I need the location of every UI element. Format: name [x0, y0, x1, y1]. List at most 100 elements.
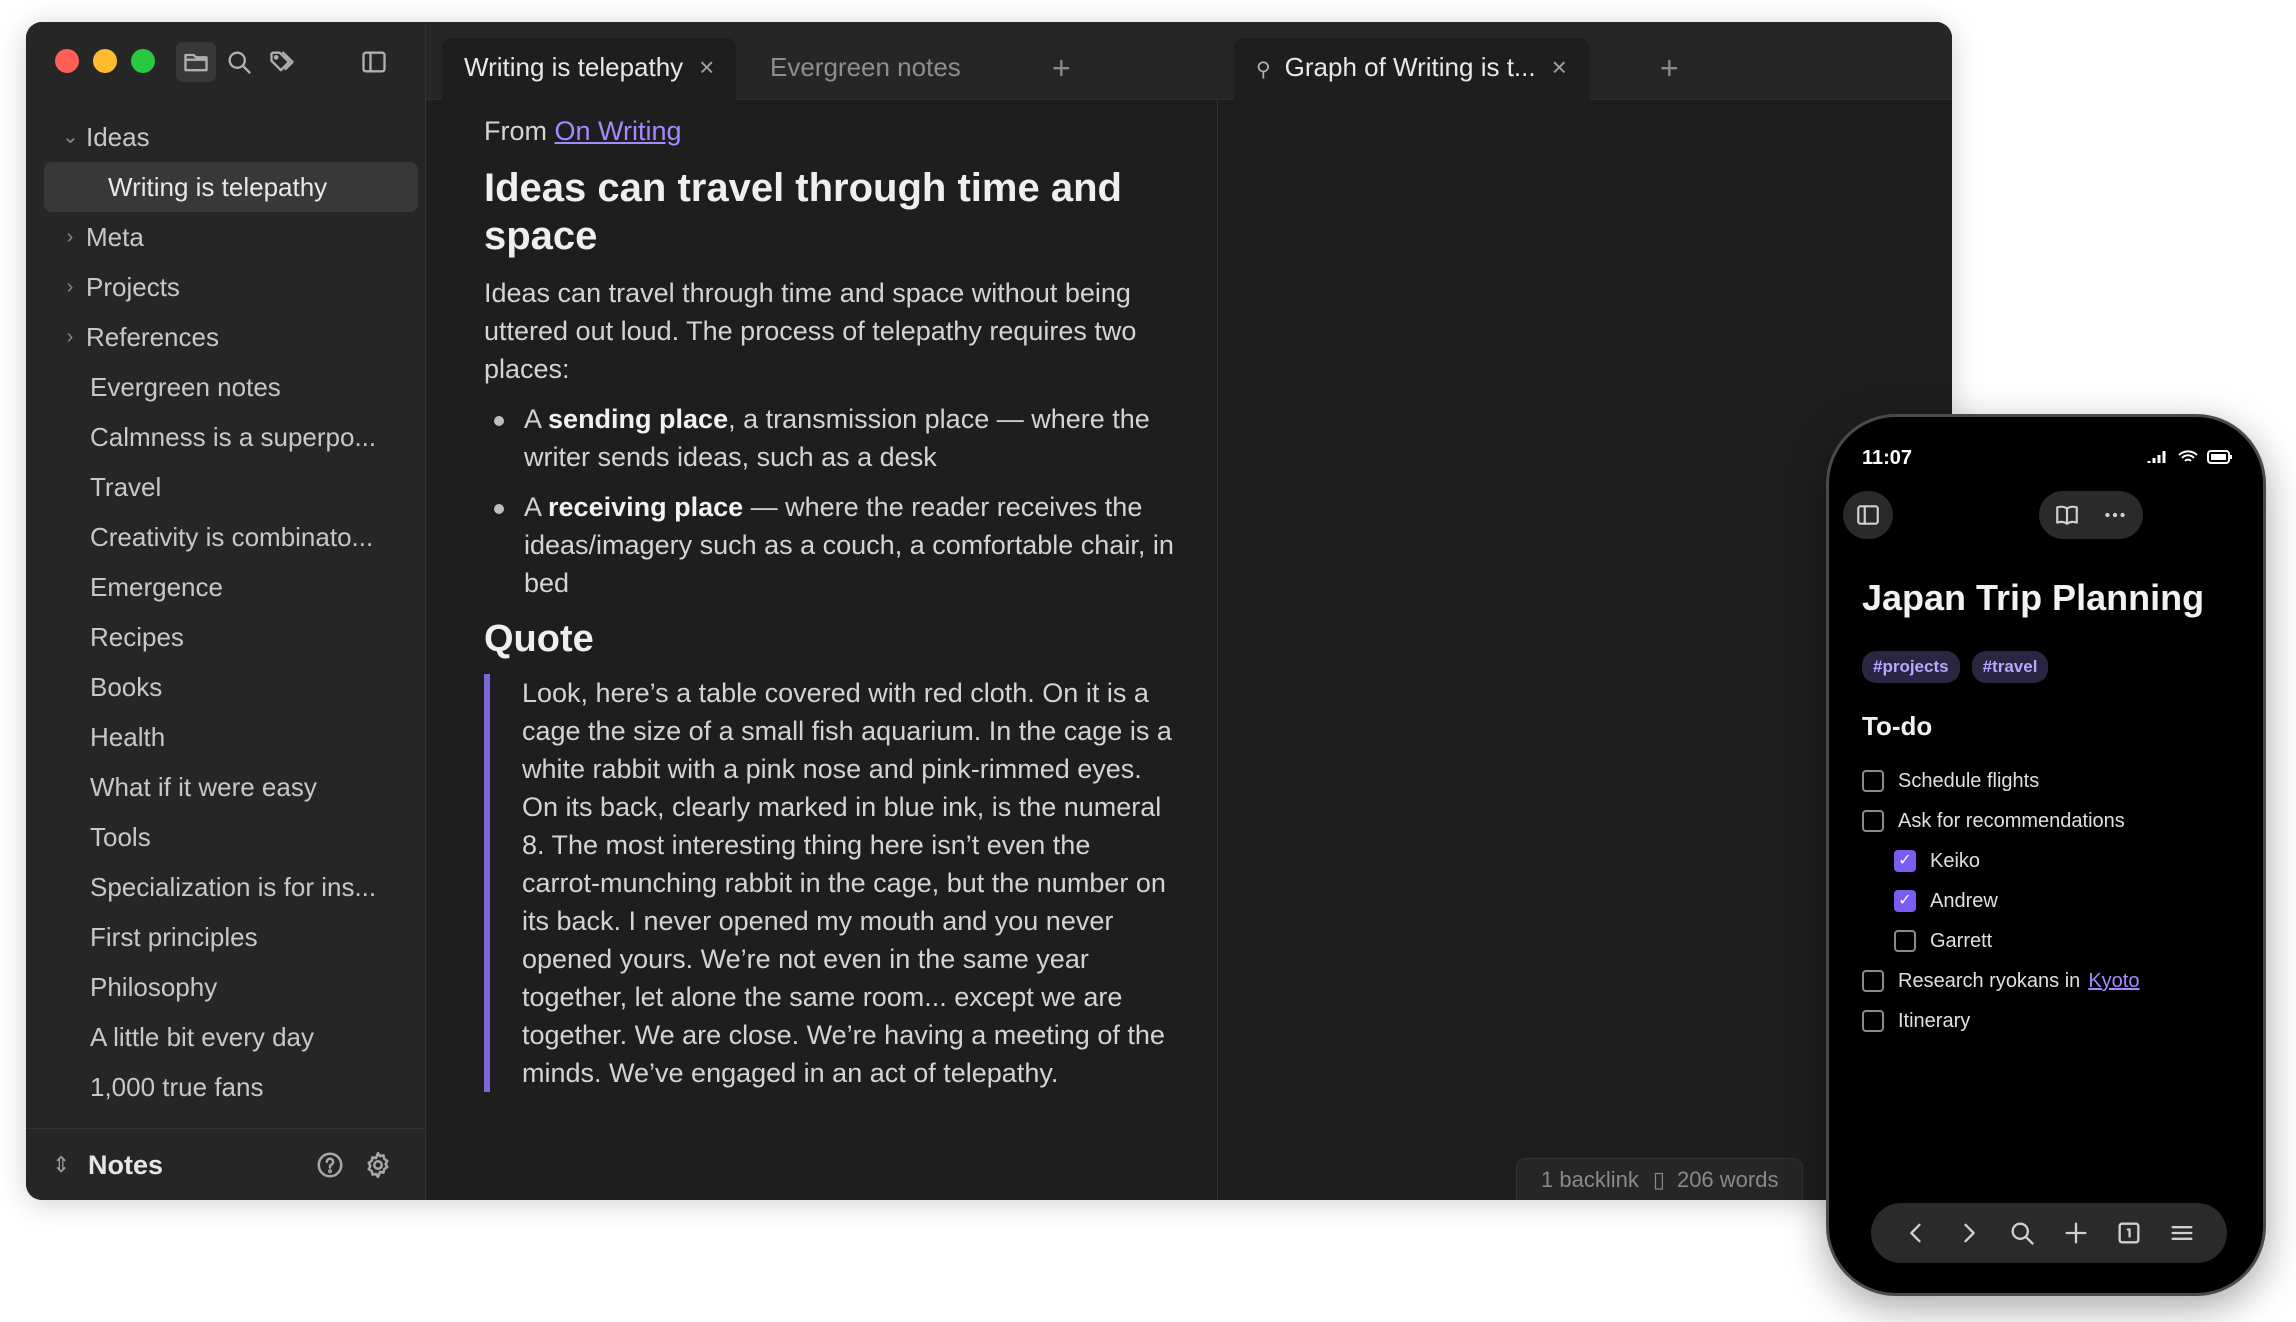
settings-gear-icon[interactable]	[360, 1147, 396, 1183]
help-icon[interactable]	[312, 1147, 348, 1183]
kyoto-link[interactable]: Kyoto	[2088, 970, 2139, 992]
phone-device: 11:07 Japan Trip Planning #projects #tra…	[1826, 414, 2266, 1296]
checkbox-checked[interactable]: ✓	[1894, 890, 1916, 912]
folder-ideas[interactable]: ⌄ Ideas	[44, 112, 418, 162]
tree-item-label: References	[86, 322, 219, 352]
folder-projects[interactable]: › Projects	[44, 262, 418, 312]
vault-name[interactable]: Notes	[88, 1147, 163, 1183]
backlink-count[interactable]: 1 backlink	[1541, 1167, 1639, 1192]
file-item[interactable]: Calmness is a superpo...	[44, 412, 418, 462]
file-item[interactable]: 1,000 true fans	[44, 1062, 418, 1112]
checkbox-checked[interactable]: ✓	[1894, 850, 1916, 872]
chevron-right-icon: ›	[66, 226, 74, 248]
chevron-down-icon: ⌄	[62, 126, 79, 148]
folder-meta[interactable]: › Meta	[44, 212, 418, 262]
close-window-button[interactable]	[55, 49, 79, 73]
bullet-prefix: A	[524, 492, 549, 522]
close-icon[interactable]: ×	[1552, 38, 1567, 96]
new-tab-plus-icon[interactable]: +	[1052, 38, 1071, 100]
tree-item-label: Emergence	[90, 572, 223, 602]
tree-item-label: A little bit every day	[90, 1022, 314, 1052]
checkbox[interactable]	[1862, 1010, 1884, 1032]
reading-mode-book-icon[interactable]	[2054, 502, 2080, 528]
editor-pane: Writing is telepathy × Evergreen notes + …	[426, 22, 1218, 1200]
chevron-right-icon: ›	[66, 276, 74, 298]
file-item[interactable]: Books	[44, 662, 418, 712]
file-tree: ⌄ Ideas Writing is telepathy › Meta › Pr…	[44, 112, 418, 1112]
search-icon[interactable]	[219, 42, 259, 82]
tree-item-label: Recipes	[90, 622, 184, 652]
file-item[interactable]: Travel	[44, 462, 418, 512]
zoom-window-button[interactable]	[131, 49, 155, 73]
back-chevron-icon[interactable]	[1902, 1219, 1930, 1247]
phone-actions-button-group	[2039, 491, 2143, 539]
sidebar-toggle-icon[interactable]	[354, 42, 394, 82]
search-icon[interactable]	[2008, 1219, 2036, 1247]
app-window: ⌄ Ideas Writing is telepathy › Meta › Pr…	[26, 22, 1952, 1200]
phone-bottom-nav	[1871, 1203, 2227, 1263]
file-item[interactable]: A little bit every day	[44, 1012, 418, 1062]
phone-tags: #projects #travel	[1862, 651, 2049, 683]
titlebar	[26, 22, 426, 100]
tabs-icon[interactable]	[2115, 1219, 2143, 1247]
file-item[interactable]: Emergence	[44, 562, 418, 612]
close-icon[interactable]: ×	[699, 38, 714, 96]
todo-label: Itinerary	[1898, 1010, 1971, 1032]
todo-label: Garrett	[1930, 930, 1993, 952]
tree-item-label: Evergreen notes	[90, 372, 281, 402]
status-bar: 1 backlink ▯ 206 words	[1516, 1158, 1804, 1200]
editor-tab-bar: Writing is telepathy × Evergreen notes +	[426, 22, 1218, 100]
new-tab-plus-icon[interactable]: +	[1660, 38, 1679, 100]
checkbox[interactable]	[1894, 930, 1916, 952]
checkbox[interactable]	[1862, 810, 1884, 832]
tab-writing-is-telepathy[interactable]: Writing is telepathy ×	[442, 38, 737, 100]
checkbox[interactable]	[1862, 970, 1884, 992]
phone-note-title: Japan Trip Planning	[1862, 577, 2205, 618]
minimize-window-button[interactable]	[93, 49, 117, 73]
more-options-icon[interactable]	[2102, 502, 2128, 528]
phone-sidebar-button[interactable]	[1843, 491, 1893, 539]
tab-graph[interactable]: ⚲ Graph of Writing is t... ×	[1234, 38, 1589, 100]
tab-label: Graph of Writing is t...	[1284, 52, 1536, 82]
todo-label: Andrew	[1930, 890, 1998, 912]
vault-switcher[interactable]: ⇕ Notes	[26, 1128, 426, 1200]
tree-item-label: Projects	[86, 272, 180, 302]
file-item[interactable]: Philosophy	[44, 962, 418, 1012]
source-link[interactable]: On Writing	[555, 116, 682, 146]
forward-chevron-icon[interactable]	[1955, 1219, 1983, 1247]
file-item[interactable]: Recipes	[44, 612, 418, 662]
phone-clock: 11:07	[1862, 447, 1913, 469]
folder-references[interactable]: › References	[44, 312, 418, 362]
tab-label: Writing is telepathy	[464, 52, 684, 82]
tag-pill[interactable]: #travel	[1971, 651, 2049, 683]
graph-icon: ⚲	[1256, 59, 1271, 81]
note-content: From On Writing Ideas can travel through…	[484, 112, 1174, 1092]
todo-item: ✓ Andrew	[1894, 881, 2242, 921]
file-item[interactable]: Tools	[44, 812, 418, 862]
tab-label: Evergreen notes	[770, 52, 961, 82]
tags-icon[interactable]	[262, 42, 302, 82]
phone-todo-heading: To-do	[1862, 711, 1933, 741]
chevron-updown-icon[interactable]: ⇕	[52, 1147, 70, 1183]
todo-item: Ask for recommendations	[1862, 801, 2242, 841]
file-item[interactable]: What if it were easy	[44, 762, 418, 812]
tree-item-label: Calmness is a superpo...	[90, 422, 377, 452]
todo-item: ✓ Keiko	[1894, 841, 2242, 881]
menu-icon[interactable]	[2168, 1219, 2196, 1247]
file-item[interactable]: Evergreen notes	[44, 362, 418, 412]
tab-evergreen-notes[interactable]: Evergreen notes	[748, 38, 983, 100]
new-note-plus-icon[interactable]	[2062, 1219, 2090, 1247]
file-item[interactable]: Specialization is for ins...	[44, 862, 418, 912]
file-item[interactable]: Creativity is combinato...	[44, 512, 418, 562]
bullet-list: A sending place, a transmission place — …	[484, 400, 1174, 602]
signal-icon	[2147, 451, 2166, 463]
tree-item-label: Writing is telepathy	[108, 172, 328, 202]
file-item[interactable]: First principles	[44, 912, 418, 962]
book-icon: ▯	[1652, 1167, 1665, 1192]
tag-pill[interactable]: #projects	[1862, 651, 1960, 683]
file-item[interactable]: Health	[44, 712, 418, 762]
file-writing-is-telepathy[interactable]: Writing is telepathy	[44, 162, 418, 212]
files-icon[interactable]	[176, 42, 216, 82]
checkbox[interactable]	[1862, 770, 1884, 792]
todo-label: Ask for recommendations	[1898, 810, 2125, 832]
